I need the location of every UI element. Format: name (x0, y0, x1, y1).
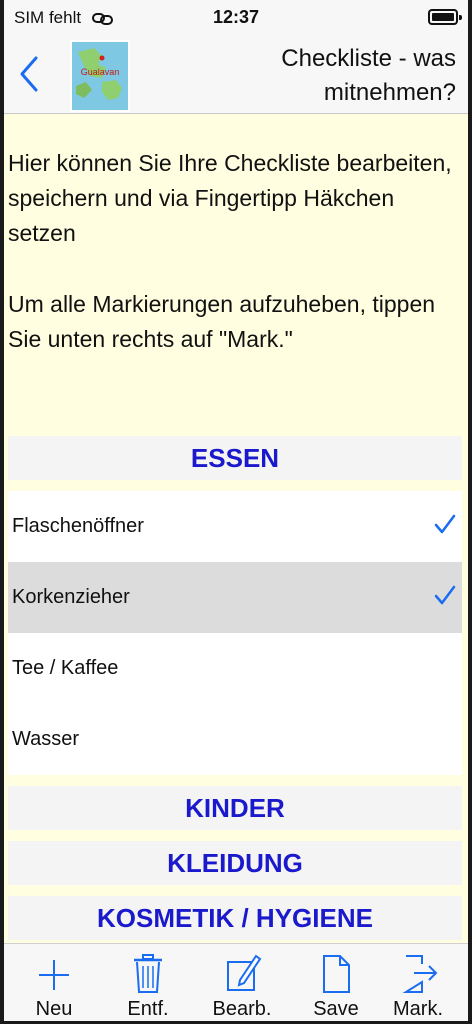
intro-text: Hier können Sie Ihre Checkliste bearbeit… (8, 146, 460, 357)
mark-button-label: Mark. (393, 998, 443, 1020)
export-arrow-icon (402, 955, 438, 993)
page-title: Checkliste - was mitnehmen? (281, 45, 456, 106)
navigation-bar: Gualavan Checkliste - was mitnehmen? (0, 36, 472, 114)
new-button-label: Neu (35, 998, 73, 1020)
plus-icon (39, 960, 69, 990)
intro-paragraph-edit: Hier können Sie Ihre Checkliste bearbeit… (8, 150, 452, 246)
app-logo: Gualavan (70, 40, 130, 112)
checkmark-icon (434, 585, 456, 605)
list-item-label: Tee / Kaffee (12, 657, 119, 679)
logo-text: Gualavan (81, 67, 120, 77)
status-bar: SIM fehlt 12:37 (0, 0, 472, 36)
chevron-left-icon[interactable] (14, 54, 44, 94)
document-icon (323, 955, 350, 993)
list-item[interactable]: Tee / Kaffee (8, 633, 462, 704)
edit-button[interactable]: Bearb. (202, 952, 282, 1022)
list-item-label: Wasser (12, 728, 80, 750)
checklist: ESSEN Flaschenöffner Korkenzieher Tee / … (8, 436, 462, 940)
map-logo-image: Gualavan (72, 42, 128, 110)
clock: 12:37 (212, 7, 260, 27)
delete-button[interactable]: Entf. (108, 952, 188, 1022)
section-header-kleidung[interactable]: KLEIDUNG (8, 841, 462, 885)
battery-icon (428, 9, 462, 25)
section-header-kosmetik[interactable]: KOSMETIK / HYGIENE (8, 896, 462, 940)
delete-button-label: Entf. (127, 998, 169, 1020)
list-item[interactable]: Flaschenöffner (8, 491, 462, 562)
save-button[interactable]: Save (296, 952, 376, 1022)
new-button[interactable]: Neu (14, 952, 94, 1022)
section-header-essen[interactable]: ESSEN (8, 436, 462, 480)
bottom-toolbar: Neu Entf. Bearb. Save Mark. (0, 943, 472, 1024)
edit-icon (227, 954, 262, 991)
trash-icon (134, 954, 162, 993)
list-item-label: Korkenzieher (12, 586, 130, 608)
list-item[interactable]: Wasser (8, 704, 462, 775)
list-item[interactable]: Korkenzieher (8, 562, 462, 633)
intro-paragraph-unmark: Um alle Markierungen aufzuheben, tippen … (8, 291, 436, 352)
checkmark-icon (434, 514, 456, 534)
save-button-label: Save (313, 998, 359, 1020)
edit-button-label: Bearb. (212, 998, 272, 1020)
section-header-kinder[interactable]: KINDER (8, 786, 462, 830)
list-item-label: Flaschenöffner (12, 515, 144, 537)
mark-button[interactable]: Mark. (378, 952, 458, 1022)
